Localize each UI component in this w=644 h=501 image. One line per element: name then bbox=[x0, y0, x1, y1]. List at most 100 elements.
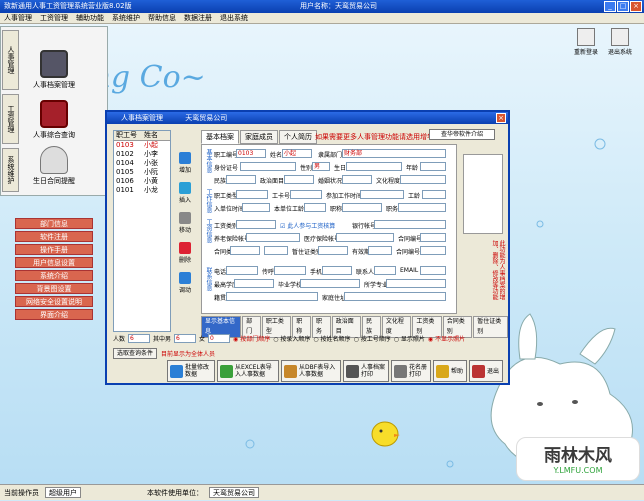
maximize-button[interactable]: □ bbox=[617, 1, 629, 12]
sort-id-radio[interactable]: ○ 按工号顺序 bbox=[354, 334, 391, 343]
birthday-input[interactable] bbox=[346, 162, 402, 171]
menu-item[interactable]: 帮助信息 bbox=[148, 13, 176, 23]
personnel-query-shortcut[interactable]: 人事综合查询 bbox=[28, 100, 80, 140]
sidebar-tab-payroll[interactable]: 工资管理 bbox=[2, 94, 19, 144]
ethnic-select[interactable] bbox=[226, 175, 256, 184]
filter-tab[interactable]: 暂住证类别 bbox=[473, 316, 508, 338]
insert-button[interactable]: 插入 bbox=[174, 182, 196, 206]
contract-date-input[interactable] bbox=[264, 246, 288, 255]
address-input[interactable] bbox=[344, 292, 446, 301]
excel-import-button[interactable]: 从EXCEL表导入人事数据 bbox=[217, 360, 279, 382]
list-item[interactable]: 0106 小黄 bbox=[114, 177, 170, 186]
personnel-file-shortcut[interactable]: 人事档案管理 bbox=[28, 50, 80, 90]
relogin-button[interactable]: 重新登录 bbox=[570, 28, 602, 62]
entry-date-input[interactable] bbox=[242, 203, 270, 212]
delete-button[interactable]: 删除 bbox=[174, 242, 196, 266]
in-payroll-checkbox[interactable]: ☑ 此人参与工资核算 bbox=[280, 221, 335, 230]
list-item[interactable]: 0104 小张 bbox=[114, 159, 170, 168]
query-condition-button[interactable]: 选取查询条件 bbox=[113, 348, 158, 359]
marital-select[interactable] bbox=[342, 175, 372, 184]
add-button[interactable]: 增加 bbox=[174, 152, 196, 176]
list-item[interactable]: 0105 小阮 bbox=[114, 168, 170, 177]
dbf-import-button[interactable]: 从DBF表导入人事数据 bbox=[281, 360, 341, 382]
pay-type-select[interactable] bbox=[236, 220, 276, 229]
tab-resume[interactable]: 个人简历 bbox=[279, 130, 317, 144]
dialog-exit-button[interactable]: 退出 bbox=[469, 360, 503, 382]
photo-box[interactable] bbox=[463, 154, 503, 234]
employee-list[interactable]: 职工号 姓名 0103 小起 0102 小李 0104 小张 0105 小阮 0106 小… bbox=[113, 130, 171, 332]
menu-item[interactable]: 数据注册 bbox=[184, 13, 212, 23]
background-settings-button[interactable]: 背景图设置 bbox=[15, 283, 93, 294]
id-card-input[interactable] bbox=[240, 162, 296, 171]
mobile-input[interactable] bbox=[322, 266, 352, 275]
expiry-input[interactable] bbox=[368, 246, 392, 255]
dept-select[interactable]: 财务部 bbox=[342, 149, 446, 158]
print-record-button[interactable]: 人事档案打印 bbox=[343, 360, 389, 382]
company-seniority-input[interactable] bbox=[304, 203, 326, 212]
major-input[interactable] bbox=[386, 279, 446, 288]
speciality-input[interactable] bbox=[234, 279, 274, 288]
hide-photo-radio[interactable]: ◉ 不显示照片 bbox=[428, 334, 465, 343]
software-register-button[interactable]: 软件注册 bbox=[15, 231, 93, 242]
roster-print-button[interactable]: 花名册打印 bbox=[391, 360, 431, 382]
pension-input[interactable] bbox=[246, 233, 300, 242]
title-select[interactable] bbox=[342, 203, 382, 212]
close-button[interactable]: × bbox=[630, 1, 642, 12]
emp-no-input[interactable]: 0103 bbox=[236, 149, 266, 158]
menu-item[interactable]: 系统维护 bbox=[112, 13, 140, 23]
manual-button[interactable]: 操作手册 bbox=[15, 244, 93, 255]
contract-no-input[interactable] bbox=[420, 233, 446, 242]
tab-basic[interactable]: 基本档案 bbox=[201, 130, 239, 144]
list-item[interactable]: 0103 小起 bbox=[114, 141, 170, 150]
job-card-input[interactable] bbox=[290, 190, 322, 199]
tab-family[interactable]: 家庭成员 bbox=[240, 130, 278, 144]
contract-type-select[interactable] bbox=[230, 246, 260, 255]
bank-input[interactable] bbox=[374, 220, 446, 229]
position-select[interactable] bbox=[398, 203, 446, 212]
menu-item[interactable]: 退出系统 bbox=[220, 13, 248, 23]
help-button[interactable]: 帮助 bbox=[433, 360, 467, 382]
age-input[interactable] bbox=[420, 162, 446, 171]
sort-name-radio[interactable]: ○ 按姓名顺序 bbox=[313, 334, 350, 343]
email-input[interactable] bbox=[420, 266, 446, 275]
job-type-select[interactable] bbox=[236, 190, 268, 199]
name-input[interactable]: 小起 bbox=[282, 149, 312, 158]
sort-dept-radio[interactable]: ◉ 按部门顺序 bbox=[233, 334, 270, 343]
dialog-close-button[interactable]: × bbox=[496, 113, 506, 123]
medical-input[interactable] bbox=[336, 233, 394, 242]
menu-item[interactable]: 人事管理 bbox=[4, 13, 32, 23]
sidebar-tab-system[interactable]: 系统维护 bbox=[2, 148, 19, 192]
minimize-button[interactable]: _ bbox=[604, 1, 616, 12]
list-item[interactable]: 0102 小李 bbox=[114, 150, 170, 159]
user-settings-button[interactable]: 用户信息设置 bbox=[15, 257, 93, 268]
phone-input[interactable] bbox=[226, 266, 258, 275]
birthday-reminder-shortcut[interactable]: 生日合同提醒 bbox=[28, 146, 80, 186]
political-select[interactable] bbox=[284, 175, 314, 184]
software-intro-button[interactable]: 查华帝软件介绍 bbox=[429, 129, 495, 140]
education-select[interactable] bbox=[400, 175, 446, 184]
contact-input[interactable] bbox=[374, 266, 396, 275]
menu-item[interactable]: 辅助功能 bbox=[76, 13, 104, 23]
pager-input[interactable] bbox=[274, 266, 306, 275]
network-security-button[interactable]: 网络安全设置说明 bbox=[15, 296, 93, 307]
interface-intro-button[interactable]: 界面介绍 bbox=[15, 309, 93, 320]
batch-edit-button[interactable]: 批量修改数据 bbox=[167, 360, 215, 382]
temp-type-select[interactable] bbox=[318, 246, 348, 255]
list-item[interactable]: 0101 小龙 bbox=[114, 186, 170, 195]
transfer-button[interactable]: 调动 bbox=[174, 272, 196, 296]
system-intro-button[interactable]: 系统介绍 bbox=[15, 270, 93, 281]
native-input[interactable] bbox=[226, 292, 318, 301]
contract-no-2-input[interactable] bbox=[420, 246, 446, 255]
school-input[interactable] bbox=[300, 279, 360, 288]
menu-item[interactable]: 工资管理 bbox=[40, 13, 68, 23]
dept-info-button[interactable]: 部门信息 bbox=[15, 218, 93, 229]
exit-system-button[interactable]: 退出系统 bbox=[604, 28, 636, 62]
work-date-input[interactable] bbox=[360, 190, 404, 199]
move-button[interactable]: 移动 bbox=[174, 212, 196, 236]
seniority-input[interactable] bbox=[422, 190, 446, 199]
emp-name: 小起 bbox=[144, 141, 158, 149]
sort-entry-radio[interactable]: ○ 按录入顺序 bbox=[273, 334, 310, 343]
show-photo-radio[interactable]: ○ 显示照片 bbox=[394, 334, 425, 343]
gender-select[interactable]: 男 bbox=[312, 162, 330, 171]
sidebar-tab-personnel[interactable]: 人事管理 bbox=[2, 30, 19, 90]
